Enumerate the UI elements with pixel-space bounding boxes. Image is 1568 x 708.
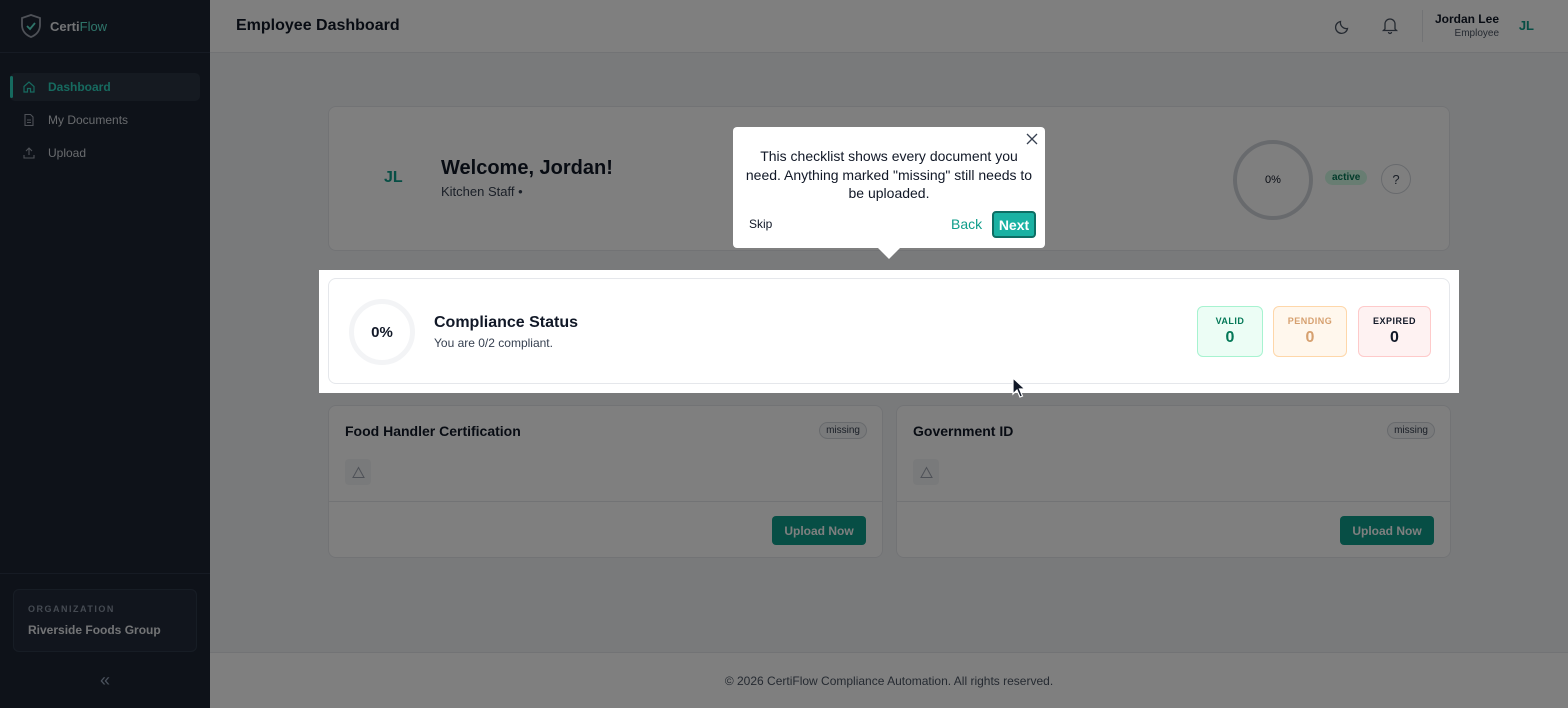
stat-label: PENDING xyxy=(1287,316,1333,326)
tour-highlight: 0% Compliance Status You are 0/2 complia… xyxy=(319,270,1459,393)
stat-value: 0 xyxy=(1225,329,1235,346)
stat-pending: PENDING 0 xyxy=(1273,306,1347,357)
compliance-percent: 0% xyxy=(371,323,393,341)
compliance-title: Compliance Status xyxy=(434,314,579,331)
stat-valid: VALID 0 xyxy=(1197,306,1263,357)
compliance-progress-ring: 0% xyxy=(349,299,415,365)
tour-next-button[interactable]: Next xyxy=(992,211,1036,238)
stat-expired: EXPIRED 0 xyxy=(1358,306,1431,357)
stat-value: 0 xyxy=(1305,329,1315,346)
mouse-cursor-icon xyxy=(1012,377,1027,398)
stat-value: 0 xyxy=(1390,329,1399,346)
tour-tooltip: This checklist shows every document you … xyxy=(733,127,1045,259)
stat-label: VALID xyxy=(1215,316,1245,326)
close-icon[interactable] xyxy=(1025,132,1039,146)
compliance-subtitle: You are 0/2 compliant. xyxy=(434,336,553,350)
tour-tooltip-text: This checklist shows every document you … xyxy=(745,148,1033,201)
compliance-status-card: 0% Compliance Status You are 0/2 complia… xyxy=(328,278,1450,384)
stat-label: EXPIRED xyxy=(1372,316,1416,326)
tour-back-button[interactable]: Back xyxy=(951,216,982,232)
tour-skip-button[interactable]: Skip xyxy=(749,217,772,231)
